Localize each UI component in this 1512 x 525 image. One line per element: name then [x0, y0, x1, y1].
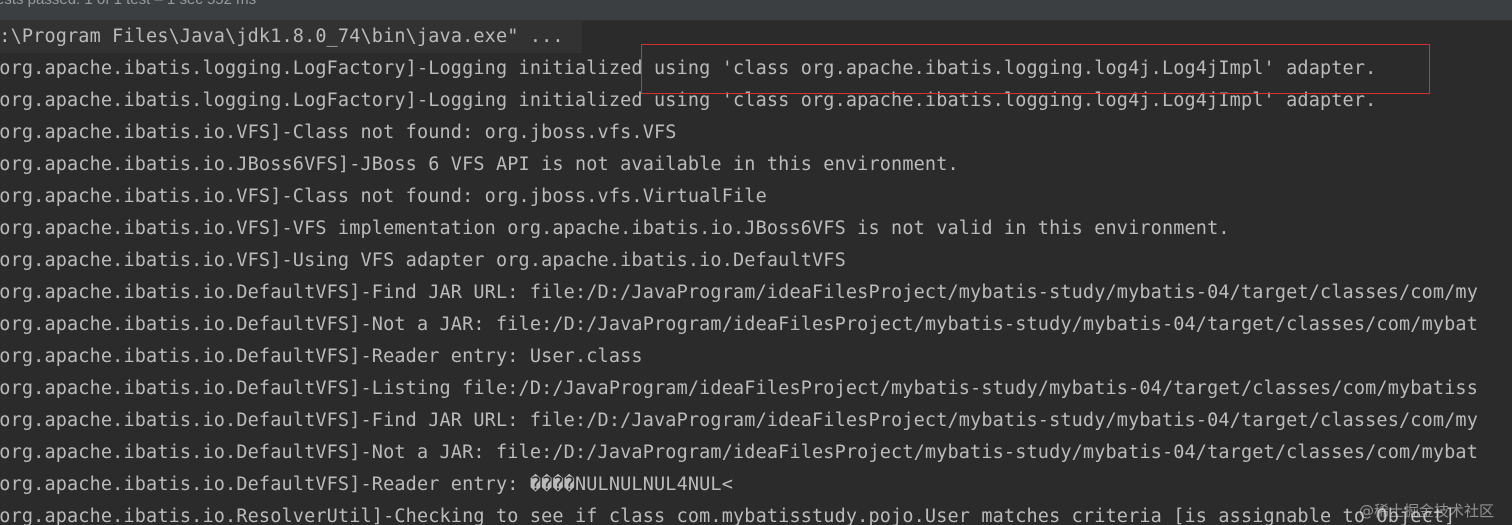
log-line: org.apache.ibatis.io.DefaultVFS]-Not a J…: [0, 314, 1479, 335]
log-line: org.apache.ibatis.io.DefaultVFS]-Not a J…: [0, 442, 1479, 463]
watermark: @稀土掘金技术社区: [1358, 502, 1494, 520]
log-line: org.apache.ibatis.io.DefaultVFS]-Find JA…: [0, 410, 1479, 431]
log-line: org.apache.ibatis.io.VFS]-Class not foun…: [0, 186, 767, 207]
log-line: org.apache.ibatis.io.VFS]-Class not foun…: [0, 122, 677, 143]
test-status-bar: ests passed: 1 of 1 test – 1 sec 552 ms: [0, 0, 1512, 21]
log-line: org.apache.ibatis.io.VFS]-VFS implementa…: [0, 218, 1230, 239]
log-line: org.apache.ibatis.io.VFS]-Using VFS adap…: [0, 250, 846, 271]
ide-console-window: ests passed: 1 of 1 test – 1 sec 552 ms …: [0, 0, 1512, 525]
log-line: org.apache.ibatis.io.DefaultVFS]-Find JA…: [0, 282, 1479, 303]
log-line: org.apache.ibatis.io.JBoss6VFS]-JBoss 6 …: [0, 154, 959, 175]
console-output[interactable]: :\Program Files\Java\jdk1.8.0_74\bin\jav…: [0, 21, 1512, 525]
log-line: org.apache.ibatis.io.DefaultVFS]-Listing…: [0, 378, 1479, 399]
command-text: :\Program Files\Java\jdk1.8.0_74\bin\jav…: [0, 26, 564, 47]
log-line: org.apache.ibatis.logging.LogFactory]-Lo…: [0, 90, 1377, 111]
log-line: org.apache.ibatis.io.ResolverUtil]-Check…: [0, 506, 1456, 525]
log-line: org.apache.ibatis.io.DefaultVFS]-Reader …: [0, 474, 734, 495]
command-line[interactable]: :\Program Files\Java\jdk1.8.0_74\bin\jav…: [0, 21, 582, 53]
test-status-text: ests passed: 1 of 1 test – 1 sec 552 ms: [0, 0, 256, 8]
log-line: org.apache.ibatis.logging.LogFactory]-Lo…: [0, 58, 1377, 79]
log-line: org.apache.ibatis.io.DefaultVFS]-Reader …: [0, 346, 643, 367]
